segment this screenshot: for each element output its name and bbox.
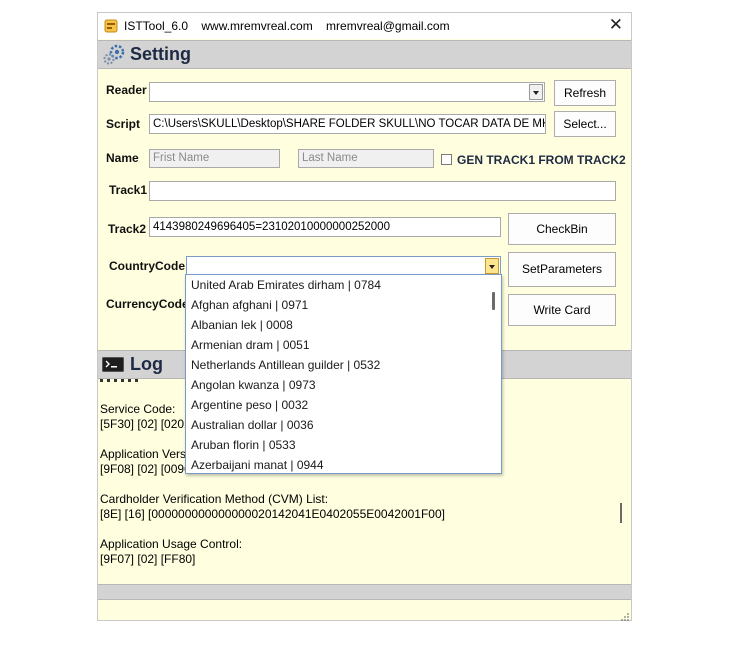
list-item[interactable]: Albanian lek | 0008 bbox=[186, 315, 501, 335]
name-label: Name bbox=[106, 151, 139, 165]
currency-dropdown-list[interactable]: United Arab Emirates dirham | 0784 Afgha… bbox=[185, 274, 502, 474]
chevron-down-icon[interactable] bbox=[529, 84, 543, 100]
track1-field[interactable] bbox=[149, 181, 616, 201]
gen-track1-checkbox[interactable] bbox=[441, 154, 452, 165]
list-item[interactable]: Netherlands Antillean guilder | 0532 bbox=[186, 355, 501, 375]
list-item[interactable]: Afghan afghani | 0971 bbox=[186, 295, 501, 315]
setting-header: Setting bbox=[98, 40, 631, 69]
setparameters-button[interactable]: SetParameters bbox=[508, 252, 616, 287]
list-item[interactable]: Armenian dram | 0051 bbox=[186, 335, 501, 355]
list-item[interactable]: Argentine peso | 0032 bbox=[186, 395, 501, 415]
resize-grip-icon[interactable] bbox=[621, 610, 629, 621]
refresh-button[interactable]: Refresh bbox=[554, 80, 616, 106]
list-item[interactable]: United Arab Emirates dirham | 0784 bbox=[186, 275, 501, 295]
reader-label: Reader bbox=[106, 83, 147, 97]
log-entry: Application Usage Control: [9F07] [02] [… bbox=[100, 537, 243, 566]
checkbin-button[interactable]: CheckBin bbox=[508, 213, 616, 245]
title-bar: ISTTool_6.0 www.mremvreal.com mremvreal@… bbox=[98, 13, 631, 39]
script-path-field[interactable]: C:\Users\SKULL\Desktop\SHARE FOLDER SKUL… bbox=[149, 114, 546, 134]
setting-title: Setting bbox=[130, 44, 191, 64]
terminal-icon bbox=[102, 357, 124, 375]
track1-label: Track1 bbox=[109, 183, 148, 197]
gears-icon bbox=[102, 44, 126, 69]
log-clipped-line bbox=[100, 379, 140, 383]
currencycode-label: CurrencyCode bbox=[106, 297, 189, 311]
countrycode-label: CountryCode bbox=[109, 259, 185, 273]
track2-field[interactable]: 4143980249696405=23102010000000252000 bbox=[149, 217, 501, 237]
app-icon bbox=[104, 19, 118, 33]
list-item[interactable]: Angolan kwanza | 0973 bbox=[186, 375, 501, 395]
select-script-button[interactable]: Select... bbox=[554, 111, 616, 137]
chevron-down-icon[interactable] bbox=[485, 258, 499, 274]
gen-track1-label: GEN TRACK1 FROM TRACK2 bbox=[457, 153, 626, 167]
track2-label: Track2 bbox=[108, 222, 147, 236]
log-title: Log bbox=[130, 354, 163, 374]
countrycode-combo[interactable] bbox=[186, 256, 501, 276]
window-title: ISTTool_6.0 www.mremvreal.com mremvreal@… bbox=[124, 19, 450, 33]
log-scrollbar[interactable] bbox=[620, 503, 622, 523]
status-bar bbox=[98, 584, 631, 600]
dropdown-scrollbar[interactable] bbox=[485, 275, 501, 473]
write-card-button[interactable]: Write Card bbox=[508, 294, 616, 326]
script-label: Script bbox=[106, 117, 141, 131]
reader-select[interactable] bbox=[149, 82, 545, 102]
log-entry: Cardholder Verification Method (CVM) Lis… bbox=[100, 492, 445, 521]
list-item[interactable]: Azerbaijani manat | 0944 bbox=[186, 455, 501, 473]
close-icon[interactable]: ✕ bbox=[609, 16, 623, 34]
list-item[interactable]: Australian dollar | 0036 bbox=[186, 415, 501, 435]
list-item[interactable]: Aruban florin | 0533 bbox=[186, 435, 501, 455]
first-name-field[interactable]: Frist Name bbox=[149, 149, 280, 168]
last-name-field[interactable]: Last Name bbox=[298, 149, 434, 168]
dropdown-scroll-thumb[interactable] bbox=[492, 292, 495, 310]
